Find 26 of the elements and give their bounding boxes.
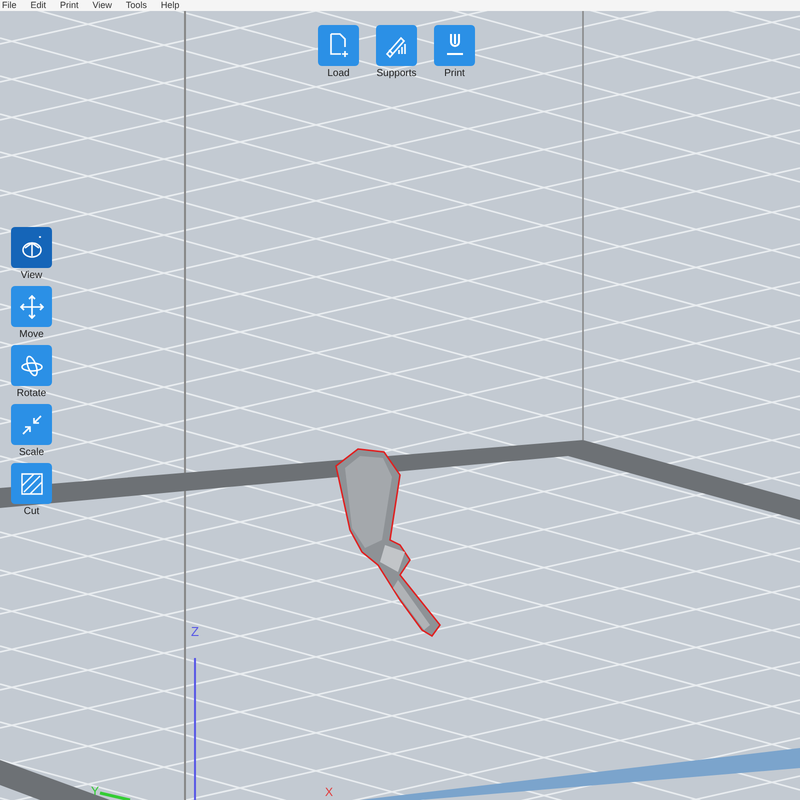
toolbar-label: Load [327, 69, 350, 79]
toolbar-button[interactable] [434, 25, 475, 66]
tool-label: Cut [24, 507, 40, 517]
menu-item[interactable]: File [2, 1, 17, 10]
tool-label: Move [19, 330, 44, 340]
tool-button[interactable] [11, 404, 52, 445]
x-axis-label: X [325, 786, 334, 798]
menu-item[interactable]: Help [160, 1, 180, 10]
menu-item[interactable]: Tools [126, 1, 147, 10]
tool-label: Rotate [16, 389, 46, 399]
y-axis-label: Y [91, 785, 100, 797]
tool-button[interactable] [11, 227, 52, 268]
tool-button[interactable] [11, 345, 52, 386]
toolbar-label: Supports [376, 69, 417, 79]
toolbar-button[interactable] [376, 25, 417, 66]
tool-label: View [20, 271, 42, 281]
z-axis-label: Z [191, 625, 199, 638]
toolbar-button[interactable] [318, 25, 359, 66]
tool-button[interactable] [11, 463, 52, 504]
menu-item[interactable]: View [92, 1, 112, 10]
menu-item[interactable]: Print [60, 1, 79, 10]
tool-button[interactable] [11, 286, 52, 327]
tool-label: Scale [18, 448, 44, 458]
toolbar-label: Print [444, 69, 465, 79]
menu-item[interactable]: Edit [30, 1, 46, 10]
y-axis-line [100, 792, 130, 800]
